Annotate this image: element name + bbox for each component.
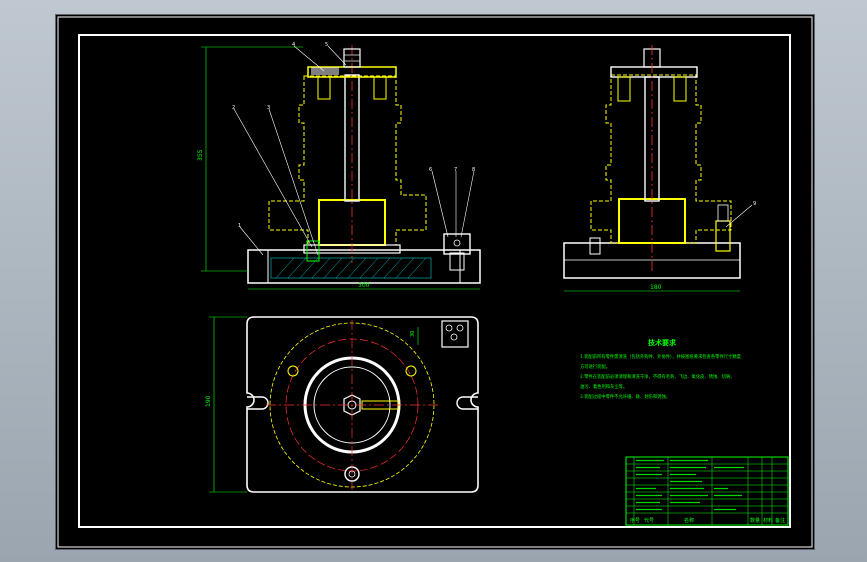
- plan-left-slot: [247, 396, 269, 410]
- right-guide: [373, 76, 387, 100]
- cad-viewport[interactable]: 355 300 4 5 2 3 1 6 7 8 180 9 190 30 技术要…: [55, 14, 815, 550]
- plan-height-dimension-text: 190: [205, 395, 212, 407]
- side-width-dimension-text: 180: [650, 284, 662, 291]
- sheet-inner-frame: [78, 34, 791, 528]
- title-block-col-remark: 备注: [775, 517, 785, 524]
- plan-offset-dimension-text: 30: [410, 331, 416, 337]
- base-right-step: [459, 249, 481, 284]
- notes-line-4: 油污、着色剂和灰尘等。: [580, 383, 627, 390]
- height-dimension-text: 355: [197, 149, 204, 161]
- title-block-col-material: 材料: [763, 517, 773, 524]
- balloon-side-9: 9: [753, 201, 756, 207]
- base-left-step: [247, 249, 269, 284]
- side-leader: [725, 204, 753, 228]
- side-left-block: [589, 237, 601, 255]
- balloon-front-3: 2: [232, 105, 235, 111]
- balloon-front-7: 7: [454, 167, 457, 173]
- technical-notes: 技术要求 1.装配前所有零件需清洗（包括外购件、外协件），并按图纸要求检查各零件…: [580, 338, 742, 400]
- title-block: 序号 代号 名称 数量 材料 备注: [625, 456, 789, 526]
- notes-line-5: 3.装配过程中零件不允许磕、碰、划伤和锈蚀。: [580, 393, 670, 400]
- side-housing-outline: [590, 74, 732, 244]
- side-right-guide: [673, 76, 687, 102]
- side-left-guide: [617, 76, 631, 102]
- balloon-front-5: 1: [238, 223, 241, 229]
- notes-line-2: 方可进行装配。: [580, 363, 610, 370]
- balloon-front-4: 3: [267, 105, 270, 111]
- balloon-front-1: 4: [292, 42, 295, 48]
- front-view: 355 300 4 5 2 3 1 6 7 8: [197, 42, 481, 290]
- notes-line-1: 1.装配前所有零件需清洗（包括外购件、外协件），并按图纸要求检查各零件尺寸精度: [580, 353, 742, 360]
- notes-title: 技术要求: [648, 338, 677, 347]
- top-plate-hatch: [311, 67, 339, 75]
- plan-hole-right: [405, 365, 417, 377]
- housing-outline: [268, 75, 427, 246]
- base-hatching: [275, 257, 427, 279]
- balloon-front-6: 6: [429, 167, 432, 173]
- plan-right-slot: [456, 396, 478, 410]
- cad-drawing: 355 300 4 5 2 3 1 6 7 8 180 9 190 30 技术要…: [57, 16, 813, 548]
- balloon-front-8: 8: [472, 167, 475, 173]
- width-dimension-text: 300: [358, 282, 370, 289]
- balloon-front-2: 5: [325, 42, 328, 48]
- side-view: 180 9: [563, 45, 756, 292]
- left-guide: [317, 76, 331, 100]
- title-block-col-no: 序号: [630, 517, 640, 524]
- title-block-col-qty: 数量: [750, 517, 760, 524]
- title-block-col-name: 名称: [684, 517, 694, 524]
- notes-line-3: 2.零件在装配前必须清理和清洗干净，不得有毛刺、飞边、氧化皮、锈蚀、切屑、: [580, 373, 735, 380]
- title-block-col-code: 代号: [644, 517, 654, 524]
- side-clamp-base: [449, 252, 465, 271]
- plan-view: 190 30: [205, 316, 479, 493]
- plan-hole-left: [287, 365, 299, 377]
